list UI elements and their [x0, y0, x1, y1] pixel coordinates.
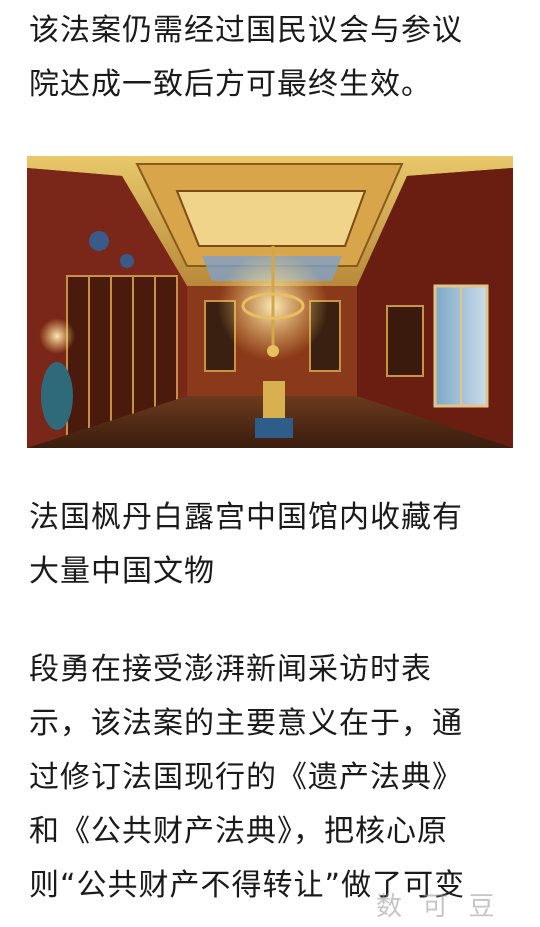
paragraph-line: 过修订法国现行的《遗产法典》 [29, 760, 463, 795]
paragraph-line: 院达成一致后方可最终生效。 [29, 67, 432, 102]
article-paragraph: 段勇在接受澎湃新闻采访时表 示，该法案的主要意义在于，通 过修订法国现行的《遗产… [29, 643, 465, 913]
image-caption: 法国枫丹白露宫中国馆内收藏有 大量中国文物 [29, 491, 463, 599]
paragraph-line: 和《公共财产法典》，把核心原 [29, 814, 448, 849]
paragraph-line: 示，该法案的主要意义在于，通 [29, 706, 463, 741]
article-body: 该法案仍需经过国民议会与参议 院达成一致后方可最终生效。 法国枫丹白露宫中国馆内… [0, 0, 540, 927]
caption-line: 法国枫丹白露宫中国馆内收藏有 [29, 500, 463, 535]
palace-interior-photo [27, 156, 513, 448]
watermark: 数 可 豆 [376, 892, 501, 922]
paragraph-line: 该法案仍需经过国民议会与参议 [29, 13, 463, 48]
paragraph-line: 段勇在接受澎湃新闻采访时表 [29, 652, 432, 687]
caption-line: 大量中国文物 [29, 554, 215, 589]
article-paragraph: 该法案仍需经过国民议会与参议 院达成一致后方可最终生效。 [29, 4, 463, 112]
